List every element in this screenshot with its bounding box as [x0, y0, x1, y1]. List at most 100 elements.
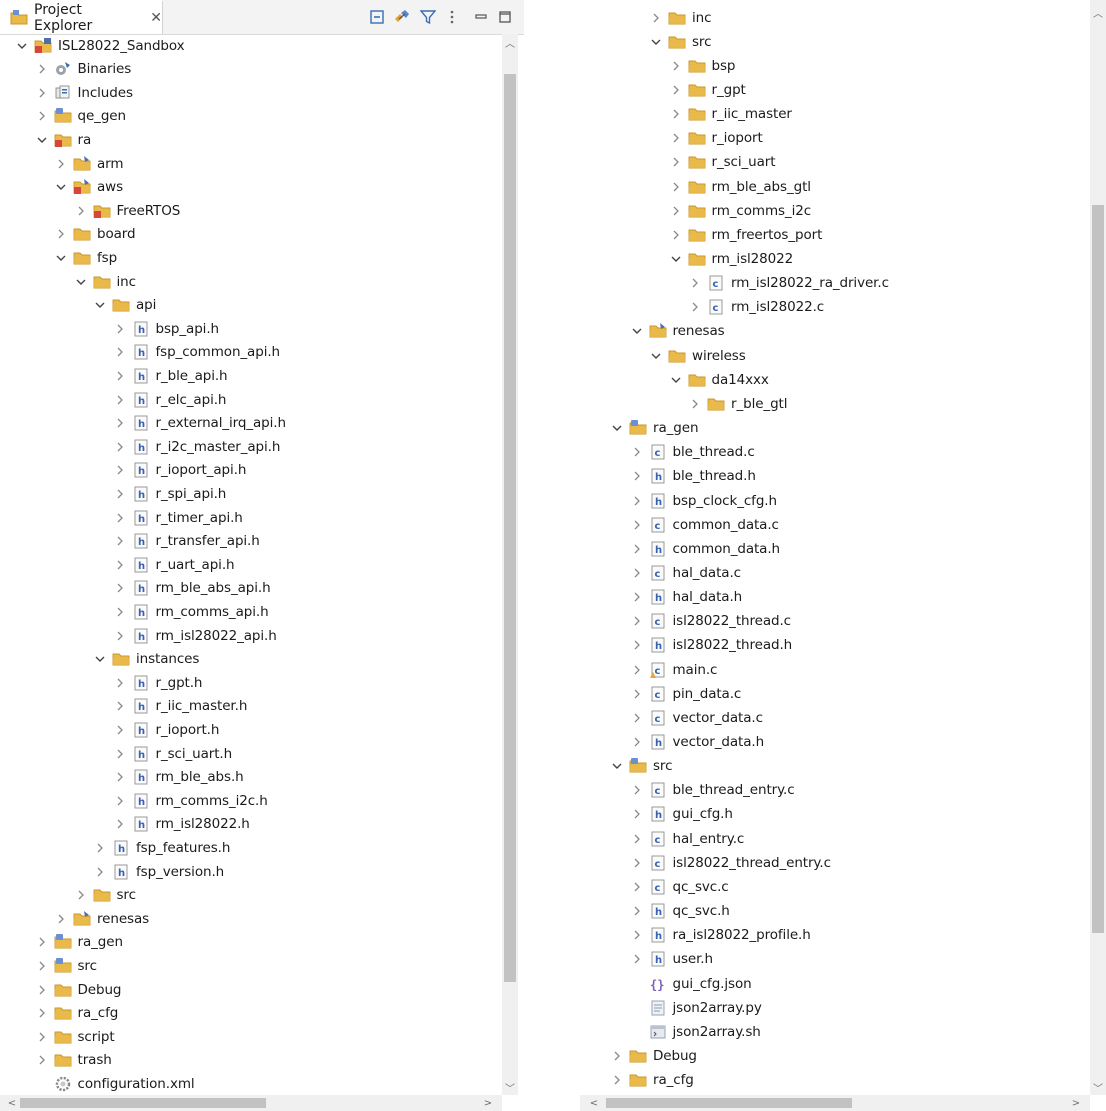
tree-item-r-ioport[interactable]: r_ioport	[670, 127, 763, 150]
tree-item-rm-ble-abs-gtl[interactable]: rm_ble_abs_gtl	[670, 175, 811, 198]
chevron-right-icon[interactable]	[114, 795, 126, 807]
chevron-right-icon[interactable]	[631, 808, 643, 820]
scroll-down-arrow-icon[interactable]: ﹀	[1090, 1079, 1106, 1095]
chevron-right-icon[interactable]	[631, 784, 643, 796]
tree-item-rm-freertos-port[interactable]: rm_freertos_port	[670, 223, 822, 246]
tree-item-inc[interactable]: inc	[75, 270, 136, 293]
tree-item-main-c[interactable]: c main.c	[631, 658, 717, 681]
tree-item-r-iic-master-h[interactable]: h r_iic_master.h	[114, 695, 247, 718]
horizontal-scrollbar-left[interactable]: < >	[0, 1095, 502, 1111]
chevron-right-icon[interactable]	[631, 495, 643, 507]
tree-item-qe-gen[interactable]: qe_gen	[36, 105, 126, 128]
chevron-right-icon[interactable]	[36, 936, 48, 948]
tree-item-qc-svc-h[interactable]: h qc_svc.h	[631, 900, 730, 923]
chevron-right-icon[interactable]	[631, 664, 643, 676]
chevron-right-icon[interactable]	[631, 519, 643, 531]
tree-item-trash[interactable]: trash	[36, 1049, 112, 1072]
tree-item-src[interactable]: src	[75, 884, 136, 907]
scroll-right-arrow-icon[interactable]: >	[480, 1095, 496, 1111]
collapse-all-icon[interactable]	[366, 6, 388, 28]
chevron-right-icon[interactable]	[631, 446, 643, 458]
tree-item-user-h[interactable]: h user.h	[631, 948, 713, 971]
chevron-right-icon[interactable]	[631, 833, 643, 845]
chevron-right-icon[interactable]	[689, 398, 701, 410]
scroll-up-arrow-icon[interactable]: ︿	[502, 34, 518, 50]
chevron-right-icon[interactable]	[114, 559, 126, 571]
tree-item-common-data-h[interactable]: h common_data.h	[631, 537, 780, 560]
chevron-right-icon[interactable]	[114, 748, 126, 760]
tree-item-wireless[interactable]: wireless	[650, 344, 746, 367]
chevron-right-icon[interactable]	[36, 960, 48, 972]
tree-item-isl28022-thread-entry-c[interactable]: c isl28022_thread_entry.c	[631, 851, 831, 874]
tree-item-ra-cfg[interactable]: ra_cfg	[611, 1069, 694, 1092]
tree-item-hal-data-c[interactable]: c hal_data.c	[631, 561, 741, 584]
chevron-down-icon[interactable]	[650, 350, 662, 362]
chevron-right-icon[interactable]	[36, 1007, 48, 1019]
tree-item-rm-ble-abs-api-h[interactable]: h rm_ble_abs_api.h	[114, 577, 271, 600]
tree-item-rm-isl28022[interactable]: rm_isl28022	[670, 248, 793, 271]
tree-item-ble-thread-entry-c[interactable]: c ble_thread_entry.c	[631, 779, 795, 802]
chevron-right-icon[interactable]	[689, 301, 701, 313]
tree-item-ble-thread-h[interactable]: h ble_thread.h	[631, 465, 756, 488]
filter-icon[interactable]	[417, 6, 439, 28]
chevron-down-icon[interactable]	[670, 374, 682, 386]
tree-item-r-ioport-h[interactable]: h r_ioport.h	[114, 718, 219, 741]
chevron-right-icon[interactable]	[36, 63, 48, 75]
tree-item-isl28022-sandbox[interactable]: ISL28022_Sandbox	[16, 34, 185, 57]
minimize-icon[interactable]	[470, 6, 492, 28]
view-menu-icon[interactable]	[441, 6, 463, 28]
vertical-scrollbar-right[interactable]: ︿ ﹀	[1090, 0, 1106, 1095]
tree-item-ra-gen[interactable]: ra_gen	[611, 417, 699, 440]
horizontal-scrollbar-right[interactable]: < >	[580, 1095, 1090, 1111]
scroll-down-arrow-icon[interactable]: ﹀	[502, 1079, 518, 1095]
tree-item-board[interactable]: board	[55, 223, 136, 246]
tree-item-r-gpt[interactable]: r_gpt	[670, 78, 746, 101]
scroll-left-arrow-icon[interactable]: <	[586, 1095, 602, 1111]
tree-item-vector-data-c[interactable]: c vector_data.c	[631, 706, 763, 729]
maximize-icon[interactable]	[494, 6, 516, 28]
chevron-right-icon[interactable]	[631, 688, 643, 700]
vertical-scroll-thumb-left[interactable]	[504, 74, 516, 982]
chevron-right-icon[interactable]	[114, 394, 126, 406]
tree-item-rm-isl28022-c[interactable]: c rm_isl28022.c	[689, 296, 824, 319]
chevron-right-icon[interactable]	[670, 181, 682, 193]
chevron-down-icon[interactable]	[650, 36, 662, 48]
tree-item-fsp-version-h[interactable]: h fsp_version.h	[94, 860, 224, 883]
scroll-right-arrow-icon[interactable]: >	[1068, 1095, 1084, 1111]
tree-item-freertos[interactable]: FreeRTOS	[75, 199, 180, 222]
chevron-right-icon[interactable]	[36, 87, 48, 99]
chevron-down-icon[interactable]	[631, 325, 643, 337]
horizontal-scroll-thumb-right[interactable]	[606, 1098, 852, 1108]
tree-item-isl28022-thread-c[interactable]: c isl28022_thread.c	[631, 610, 791, 633]
chevron-down-icon[interactable]	[611, 760, 623, 772]
chevron-down-icon[interactable]	[55, 181, 67, 193]
tree-item-rm-ble-abs-h[interactable]: h rm_ble_abs.h	[114, 766, 244, 789]
chevron-right-icon[interactable]	[670, 229, 682, 241]
tree-item-arm[interactable]: arm	[55, 152, 124, 175]
tree-item-r-spi-api-h[interactable]: h r_spi_api.h	[114, 482, 226, 505]
tree-item-rm-isl28022-api-h[interactable]: h rm_isl28022_api.h	[114, 624, 277, 647]
tree-item-debug[interactable]: Debug	[611, 1044, 697, 1067]
tree-item-r-ble-gtl[interactable]: r_ble_gtl	[689, 392, 787, 415]
tree-item-bsp-api-h[interactable]: h bsp_api.h	[114, 317, 219, 340]
tree-item-fsp[interactable]: fsp	[55, 246, 117, 269]
chevron-right-icon[interactable]	[114, 535, 126, 547]
tree-item-script[interactable]: script	[36, 1025, 115, 1048]
tree-item-r-ioport-api-h[interactable]: h r_ioport_api.h	[114, 459, 246, 482]
vertical-scroll-thumb-right[interactable]	[1092, 205, 1104, 933]
tree-item-rm-comms-i2c[interactable]: rm_comms_i2c	[670, 199, 811, 222]
chevron-down-icon[interactable]	[94, 299, 106, 311]
tree-item-gui-cfg-h[interactable]: h gui_cfg.h	[631, 803, 733, 826]
tree-item-r-sci-uart[interactable]: r_sci_uart	[670, 151, 776, 174]
chevron-right-icon[interactable]	[631, 929, 643, 941]
tree-item-r-external-irq-api-h[interactable]: h r_external_irq_api.h	[114, 412, 286, 435]
tree-item-rm-isl28022-h[interactable]: h rm_isl28022.h	[114, 813, 250, 836]
tree-item-fsp-features-h[interactable]: h fsp_features.h	[94, 836, 230, 859]
chevron-right-icon[interactable]	[114, 441, 126, 453]
tree-item-gui-cfg-json[interactable]: {} gui_cfg.json	[631, 972, 752, 995]
tree-item-ra-gen[interactable]: ra_gen	[36, 931, 123, 954]
chevron-right-icon[interactable]	[114, 818, 126, 830]
tree-item-ra[interactable]: ra	[36, 128, 91, 151]
tree-item-isl28022-thread-h[interactable]: h isl28022_thread.h	[631, 634, 792, 657]
tree-item-hal-data-h[interactable]: h hal_data.h	[631, 586, 742, 609]
